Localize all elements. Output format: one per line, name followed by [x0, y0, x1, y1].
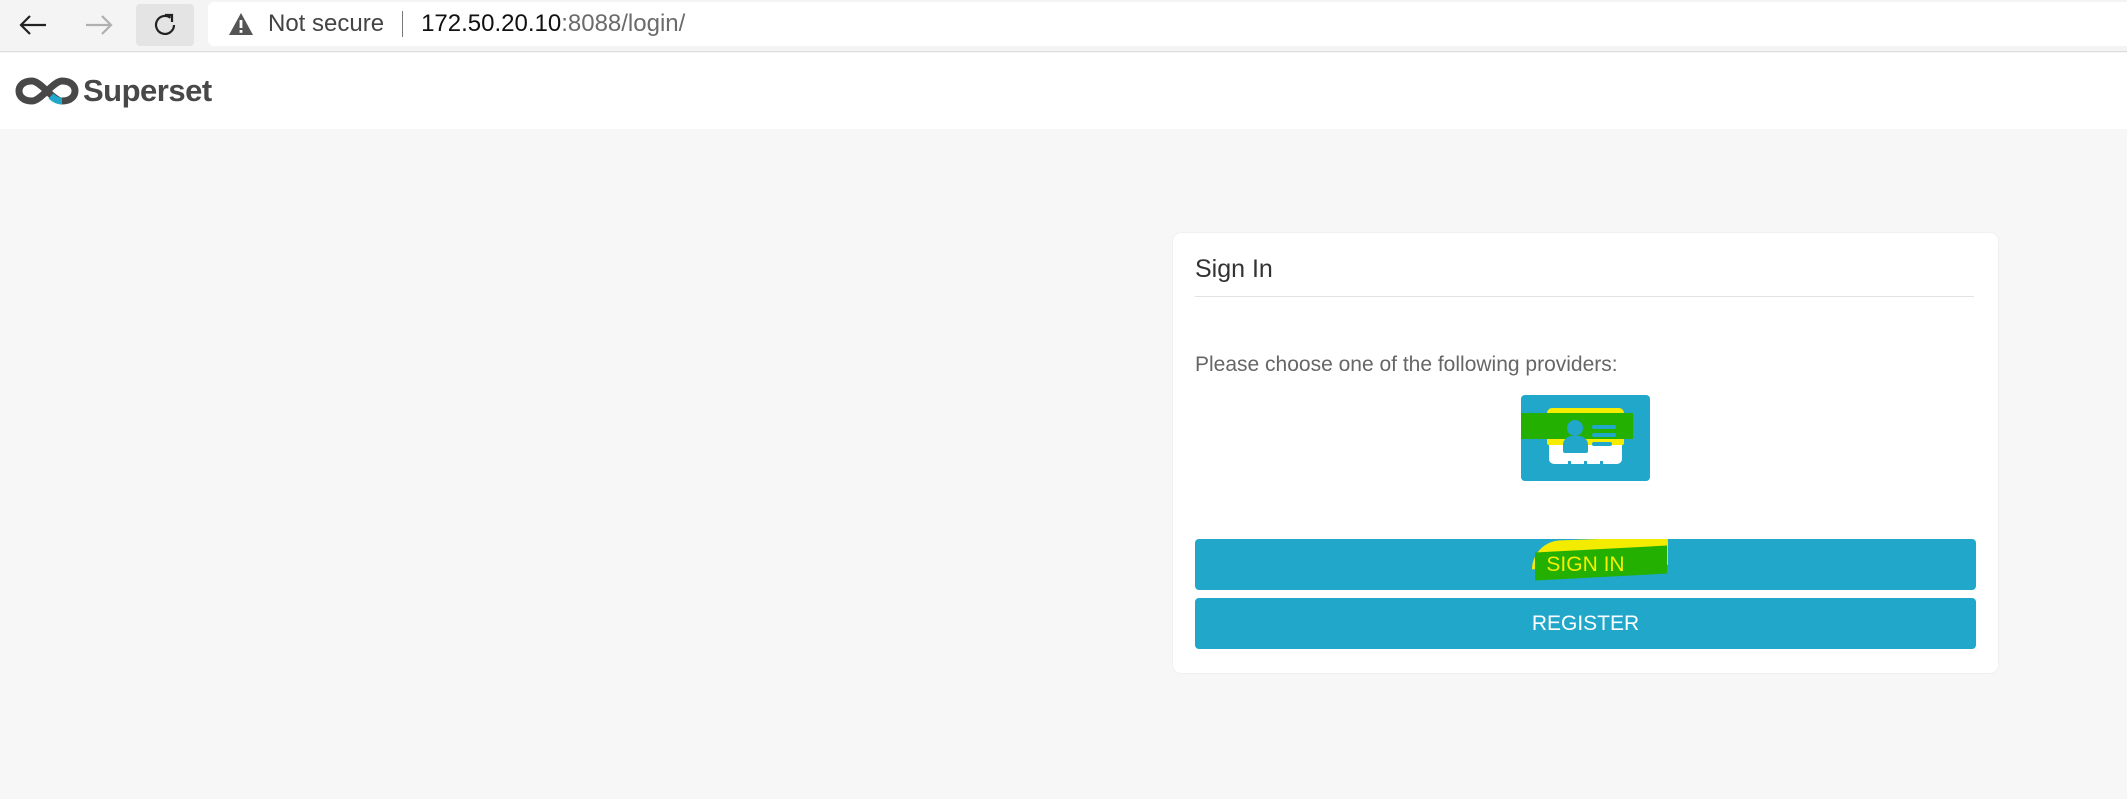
- forward-button[interactable]: [70, 4, 128, 46]
- login-panel: Sign In Please choose one of the followi…: [1173, 233, 1998, 673]
- person-head: [1567, 420, 1583, 436]
- register-button[interactable]: REGISTER: [1195, 598, 1976, 649]
- reload-button[interactable]: [136, 4, 194, 46]
- sign-in-button[interactable]: SIGN IN: [1195, 539, 1976, 590]
- card-line: [1592, 433, 1616, 437]
- sign-in-label: SIGN IN: [1546, 552, 1625, 576]
- back-button[interactable]: [4, 4, 62, 46]
- warning-icon[interactable]: [228, 12, 254, 36]
- superset-logo-icon[interactable]: [15, 74, 79, 108]
- brand-name[interactable]: Superset: [83, 73, 212, 109]
- card-tick: [1600, 461, 1603, 466]
- person-body: [1563, 436, 1588, 453]
- security-status[interactable]: Not secure: [268, 10, 384, 38]
- provider-prompt: Please choose one of the following provi…: [1195, 353, 1618, 376]
- app-navbar: Superset: [0, 53, 2127, 129]
- address-bar[interactable]: Not secure 172.50.20.10 :8088/login/: [208, 2, 2127, 46]
- panel-title: Sign In: [1195, 255, 1974, 297]
- url-host: 172.50.20.10: [421, 10, 562, 37]
- url-path: :8088/login/: [561, 10, 686, 37]
- card-line: [1592, 442, 1612, 446]
- provider-option[interactable]: [1521, 395, 1650, 481]
- arrow-right-icon: [86, 15, 113, 35]
- arrow-left-icon: [19, 15, 46, 35]
- register-label: REGISTER: [1531, 611, 1640, 635]
- reload-icon: [154, 13, 176, 36]
- card-tick: [1584, 461, 1587, 466]
- card-tick: [1568, 461, 1571, 466]
- card-line: [1592, 425, 1616, 429]
- browser-toolbar: Not secure 172.50.20.10 :8088/login/: [0, 0, 2127, 52]
- url-divider: [402, 11, 404, 37]
